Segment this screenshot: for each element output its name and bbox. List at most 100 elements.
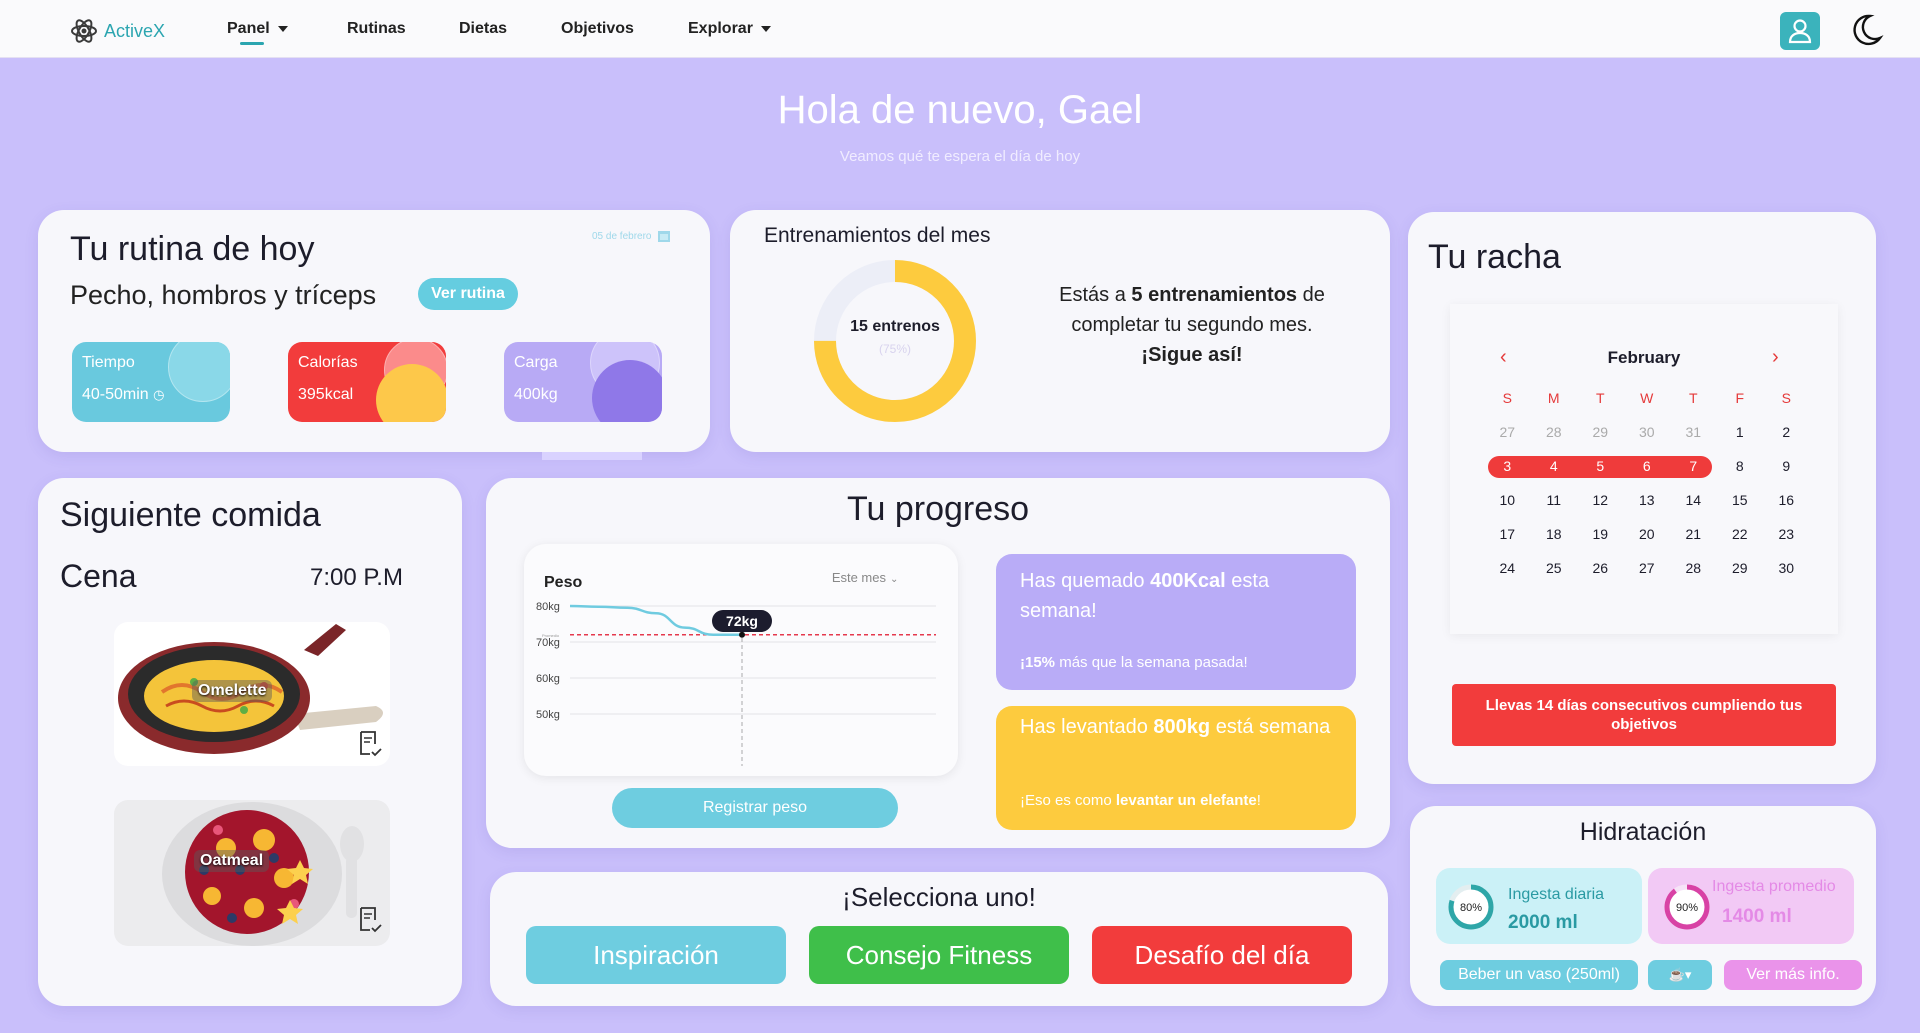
calendar-day[interactable]: 23 xyxy=(1763,520,1810,554)
nav-item-dietas[interactable]: Dietas xyxy=(459,20,507,38)
calendar-day[interactable]: 5 xyxy=(1577,452,1624,486)
calendar-day[interactable]: 8 xyxy=(1717,452,1764,486)
routine-date[interactable]: 05 de febrero xyxy=(592,230,670,242)
msg-text: Has levantado xyxy=(1020,716,1154,738)
routine-card: Tu rutina de hoy 05 de febrero Pecho, ho… xyxy=(38,210,710,452)
calendar-weekday: S xyxy=(1781,390,1791,406)
food-name: Omelette xyxy=(192,680,273,702)
average-intake-box: 90% Ingesta promedio 1400 ml xyxy=(1648,868,1854,944)
recipe-doc-icon[interactable] xyxy=(358,730,384,758)
calendar-day[interactable]: 2 xyxy=(1763,418,1810,452)
calendar-grid: S M T W T F S 27 28 29 30 31 1 2 3 4 5 6 7 8 9 10 11 12 13 14 15 16… xyxy=(1484,384,1812,588)
food-item-omelette[interactable]: Omelette xyxy=(114,622,390,766)
moon-icon[interactable] xyxy=(1848,12,1884,48)
calendar-weekday-row: SMTWTFS xyxy=(1484,384,1812,418)
calendar-day[interactable]: 1 xyxy=(1717,418,1764,452)
food-name: Oatmeal xyxy=(194,850,270,872)
calendar-weekday: M xyxy=(1547,390,1560,406)
progress-title: Tu progreso xyxy=(846,490,1030,528)
food-item-oatmeal[interactable]: Oatmeal xyxy=(114,800,390,946)
drink-glass-button[interactable]: Beber un vaso (250ml) xyxy=(1440,960,1638,990)
next-meal-card: Siguiente comida Cena 7:00 P.M Omelette xyxy=(38,478,462,1006)
nav-item-panel[interactable]: Panel xyxy=(227,20,288,38)
lifted-comparison: ¡Eso es como levantar un elefante! xyxy=(1020,792,1261,809)
calendar-day[interactable]: 18 xyxy=(1531,520,1578,554)
nav-item-objetivos[interactable]: Objetivos xyxy=(561,20,634,38)
more-info-button[interactable]: Ver más info. xyxy=(1724,960,1862,990)
calendar-day[interactable]: 10 xyxy=(1484,486,1531,520)
calendar-day[interactable]: 31 xyxy=(1670,418,1717,452)
nav-item-label: Objetivos xyxy=(561,20,634,37)
calendar-day[interactable]: 28 xyxy=(1670,554,1717,588)
daily-intake-box: 80% Ingesta diaria 2000 ml xyxy=(1436,868,1642,944)
nav-item-explorar[interactable]: Explorar xyxy=(688,20,771,38)
chart-y-tick-label: 70kg xyxy=(536,637,560,649)
view-routine-button[interactable]: Ver rutina xyxy=(418,278,518,310)
calendar-day[interactable]: 7 xyxy=(1670,452,1717,486)
calendar-weekday: S xyxy=(1502,390,1512,406)
caret-down-icon xyxy=(277,26,288,32)
calendar-day[interactable]: 29 xyxy=(1577,418,1624,452)
card-tab-decoration xyxy=(542,452,642,460)
nav-item-label: Panel xyxy=(227,20,270,37)
calendar-day[interactable]: 24 xyxy=(1484,554,1531,588)
calendar-day[interactable]: 29 xyxy=(1717,554,1764,588)
calendar-day[interactable]: 3 xyxy=(1484,452,1531,486)
calendar-day[interactable]: 26 xyxy=(1577,554,1624,588)
average-intake-percent: 90% xyxy=(1676,902,1698,914)
nav-item-rutinas[interactable]: Rutinas xyxy=(347,20,406,38)
calendar-day[interactable]: 14 xyxy=(1670,486,1717,520)
calendar-day[interactable]: 27 xyxy=(1624,554,1671,588)
stat-label: Tiempo xyxy=(82,354,135,371)
stat-calories: Calorías 395kcal xyxy=(288,342,446,422)
calendar-week-row: 17 18 19 20 21 22 23 xyxy=(1484,520,1812,554)
daily-challenge-button[interactable]: Desafío del día xyxy=(1092,926,1352,984)
calendar-day[interactable]: 20 xyxy=(1624,520,1671,554)
calendar-day[interactable]: 16 xyxy=(1763,486,1810,520)
weight-line-chart: Peso Este mes ⌄ 80kg 70kg 60kg 50kg Promedio… xyxy=(536,570,936,766)
chart-data-point xyxy=(739,631,745,638)
calendar-day[interactable]: 30 xyxy=(1763,554,1810,588)
streak-banner: Llevas 14 días consecutivos cumpliendo t… xyxy=(1452,684,1836,746)
workouts-message: Estás a 5 entrenamientos de completar tu… xyxy=(1042,280,1342,370)
calendar-day[interactable]: 13 xyxy=(1624,486,1671,520)
calendar-week-row: 24 25 26 27 28 29 30 xyxy=(1484,554,1812,588)
calendar-day[interactable]: 21 xyxy=(1670,520,1717,554)
calendar-day[interactable]: 15 xyxy=(1717,486,1764,520)
chart-tooltip-label: 72kg xyxy=(726,613,758,629)
calendar-day[interactable]: 28 xyxy=(1531,418,1578,452)
calendar-day[interactable]: 4 xyxy=(1531,452,1578,486)
calories-message: Has quemado 400Kcal esta semana! xyxy=(1020,566,1340,626)
calendar-next-button[interactable]: › xyxy=(1772,346,1779,369)
chart-average-label: Promedio xyxy=(542,633,560,638)
monthly-workouts-title: Entrenamientos del mes xyxy=(764,224,991,247)
chart-filter-dropdown[interactable]: Este mes xyxy=(832,570,887,585)
streak-calendar: ‹ February › S M T W T F S 27 28 29 30 31 1 2 3 4 5 6 7 8 9 1… xyxy=(1450,304,1838,634)
glass-size-dropdown[interactable]: ☕▾ xyxy=(1648,960,1712,990)
stat-time: Tiempo 40-50min ◷ xyxy=(72,342,230,422)
streak-card: Tu racha ‹ February › S M T W T F S 27 28 29 30 31 1… xyxy=(1408,212,1876,784)
inspiration-button[interactable]: Inspiración xyxy=(526,926,786,984)
chart-y-tick-label: 80kg xyxy=(536,601,560,613)
calendar-day[interactable]: 17 xyxy=(1484,520,1531,554)
calendar-day[interactable]: 12 xyxy=(1577,486,1624,520)
recipe-doc-icon[interactable] xyxy=(358,906,384,934)
log-weight-button[interactable]: Registrar peso xyxy=(612,788,898,828)
calendar-day[interactable]: 19 xyxy=(1577,520,1624,554)
calendar-day[interactable]: 9 xyxy=(1763,452,1810,486)
brand-name: ActiveX xyxy=(104,20,166,41)
stat-value: 400kg xyxy=(514,386,558,403)
chart-title: Peso xyxy=(544,574,582,591)
calendar-day[interactable]: 27 xyxy=(1484,418,1531,452)
calendar-day[interactable]: 22 xyxy=(1717,520,1764,554)
brand-logo[interactable]: ActiveX xyxy=(70,17,165,45)
calendar-day[interactable]: 25 xyxy=(1531,554,1578,588)
calendar-day[interactable]: 11 xyxy=(1531,486,1578,520)
fitness-tip-button[interactable]: Consejo Fitness xyxy=(809,926,1069,984)
user-profile-button[interactable] xyxy=(1780,12,1820,50)
workouts-donut-chart: 15 entrenos (75%) xyxy=(810,256,980,431)
calendar-day[interactable]: 6 xyxy=(1624,452,1671,486)
greeting-subtitle: Veamos qué te espera el día de hoy xyxy=(839,148,1081,165)
calendar-day[interactable]: 30 xyxy=(1624,418,1671,452)
msg-text: más que la semana pasada! xyxy=(1055,654,1248,671)
